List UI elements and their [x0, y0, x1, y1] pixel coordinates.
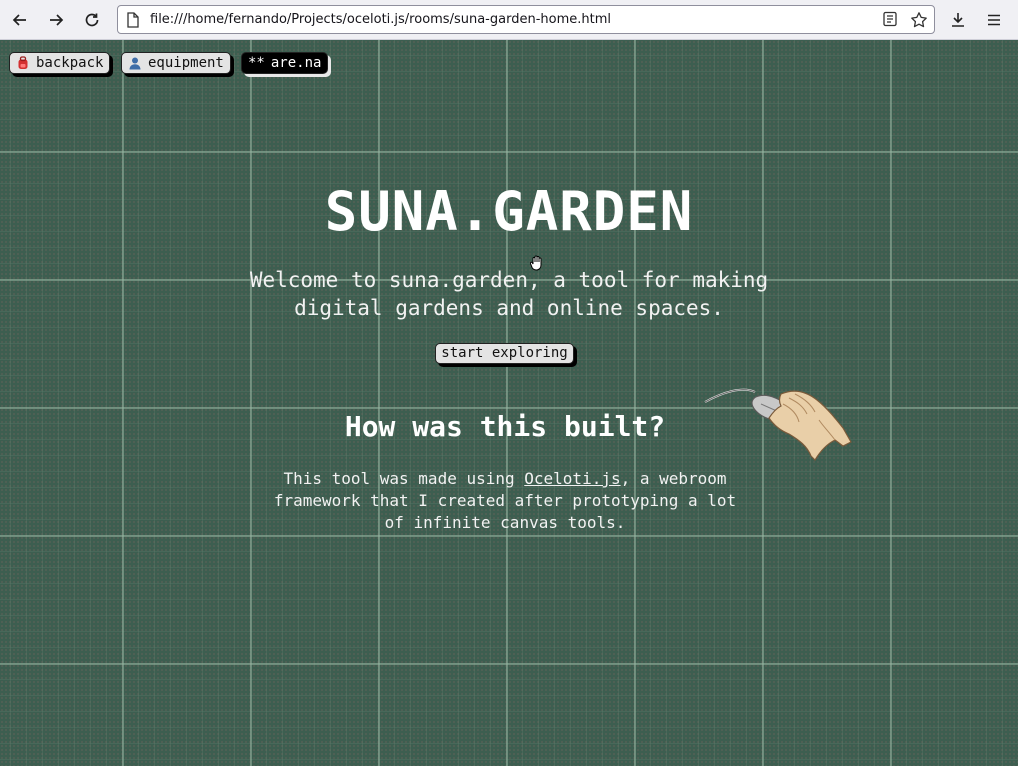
hamburger-menu-icon: [988, 14, 1000, 26]
reader-view-icon[interactable]: [882, 11, 898, 27]
url-text: file:///home/fernando/Projects/oceloti.j…: [150, 12, 611, 27]
forward-button[interactable]: [42, 6, 70, 34]
menu-button[interactable]: [980, 6, 1008, 34]
backpack-icon: [18, 56, 28, 69]
person-icon: [129, 57, 141, 70]
page-title: SUNA.GARDEN: [324, 180, 694, 243]
arena-label: are.na: [270, 55, 322, 71]
welcome-text: Welcome to suna.garden, a tool for makin…: [249, 268, 769, 320]
how-built-heading: How was this built?: [344, 410, 666, 443]
address-bar[interactable]: file:///home/fernando/Projects/oceloti.j…: [117, 5, 935, 34]
back-arrow-icon: [12, 14, 26, 26]
hand-mouse-image[interactable]: [703, 384, 855, 470]
backpack-label: backpack: [36, 55, 104, 71]
reload-icon: [85, 13, 99, 27]
webroom-canvas[interactable]: backpack equipment ** are.na SUNA.GARDEN…: [0, 40, 1018, 766]
bookmark-star-icon[interactable]: [910, 11, 928, 29]
downloads-button[interactable]: [944, 6, 972, 34]
equipment-label: equipment: [148, 55, 224, 71]
page-icon: [127, 12, 139, 28]
backpack-button[interactable]: backpack: [9, 52, 111, 74]
arena-button[interactable]: ** are.na: [241, 52, 329, 74]
arena-icon: **: [248, 55, 265, 71]
back-button[interactable]: [6, 6, 34, 34]
browser-toolbar: file:///home/fernando/Projects/oceloti.j…: [0, 0, 1018, 40]
start-exploring-button[interactable]: start exploring: [435, 343, 574, 364]
grab-cursor-icon: [530, 255, 542, 271]
download-icon: [952, 13, 964, 27]
reload-button[interactable]: [78, 6, 106, 34]
forward-arrow-icon: [50, 14, 64, 26]
oceloti-link[interactable]: Oceloti.js: [524, 469, 620, 488]
equipment-button[interactable]: equipment: [121, 52, 231, 74]
how-built-text-start: This tool was made using: [283, 469, 525, 488]
how-built-text: This tool was made using Oceloti.js, a w…: [270, 468, 740, 534]
